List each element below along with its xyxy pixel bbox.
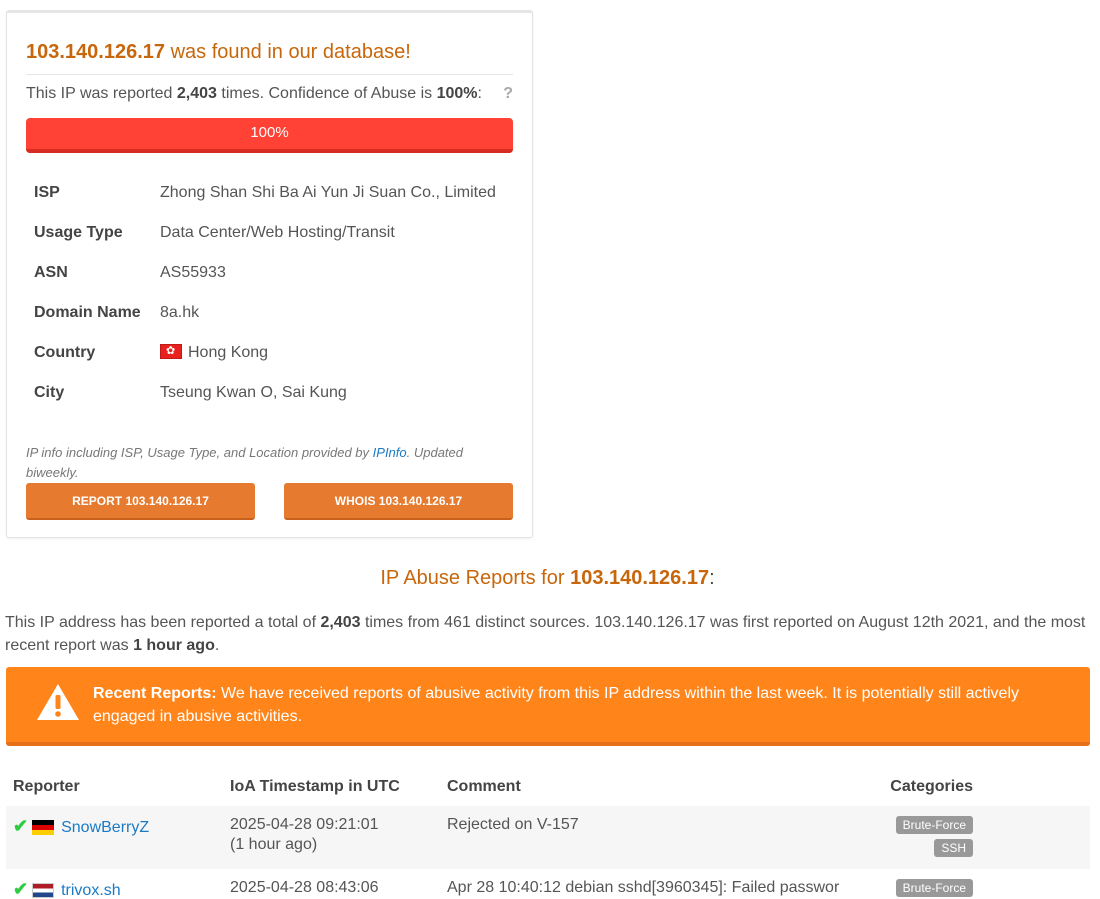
provider-note: IP info including ISP, Usage Type, and L… bbox=[26, 443, 506, 483]
abuse-reports-heading: IP Abuse Reports for 103.140.126.17: bbox=[0, 567, 1095, 590]
ipinfo-link[interactable]: IPInfo bbox=[373, 445, 407, 460]
title-suffix: was found in our database! bbox=[165, 41, 411, 63]
info-row-isp: ISP Zhong Shan Shi Ba Ai Yun Ji Suan Co.,… bbox=[26, 173, 516, 213]
report-summary: This IP address has been reported a tota… bbox=[5, 611, 1095, 657]
reports-table: Reporter IoA Timestamp in UTC Comment Ca… bbox=[6, 768, 1090, 899]
reporter-cell: ✔ trivox.sh bbox=[6, 869, 223, 899]
info-key: ISP bbox=[34, 184, 60, 201]
col-reporter[interactable]: Reporter bbox=[6, 768, 223, 806]
info-row-city: City Tseung Kwan O, Sai Kung bbox=[26, 373, 516, 413]
timestamp-cell: 2025-04-28 08:43:06 bbox=[223, 869, 440, 899]
alert-text: Recent Reports: We have received reports… bbox=[93, 682, 1040, 728]
info-value: Zhong Shan Shi Ba Ai Yun Ji Suan Co., Li… bbox=[160, 184, 496, 201]
col-categories[interactable]: Categories bbox=[860, 768, 1090, 806]
hong-kong-flag-icon bbox=[160, 344, 182, 359]
heading-colon: : bbox=[709, 567, 715, 589]
summary-suffix: . bbox=[214, 637, 220, 654]
summary-count: 2,403 bbox=[320, 614, 361, 631]
divider bbox=[26, 74, 513, 75]
timestamp: 2025-04-28 08:43:06 bbox=[230, 879, 379, 896]
info-key: Country bbox=[34, 344, 96, 361]
heading-prefix: IP Abuse Reports for bbox=[380, 567, 571, 589]
info-row-country: Country Hong Kong bbox=[26, 333, 516, 373]
reporter-cell: ✔ SnowBerryZ bbox=[6, 806, 223, 869]
country-name: Hong Kong bbox=[188, 344, 269, 361]
confidence-value: 100% bbox=[436, 85, 478, 102]
info-key: ASN bbox=[34, 264, 68, 281]
categories-cell: Brute-Force bbox=[860, 869, 1090, 899]
relative-time: (1 hour ago) bbox=[230, 836, 318, 853]
comment-cell: Rejected on V-157 bbox=[440, 806, 860, 869]
info-value: 8a.hk bbox=[160, 304, 200, 321]
provider-note-prefix: IP info including ISP, Usage Type, and L… bbox=[26, 445, 373, 460]
report-suffix: : bbox=[477, 85, 482, 102]
panel-title: 103.140.126.17 was found in our database… bbox=[26, 41, 411, 64]
info-value: Data Center/Web Hosting/Transit bbox=[160, 224, 395, 241]
report-ip-button[interactable]: REPORT 103.140.126.17 bbox=[26, 483, 255, 520]
reports-header-row: Reporter IoA Timestamp in UTC Comment Ca… bbox=[6, 768, 1090, 806]
info-key: Usage Type bbox=[34, 224, 123, 241]
table-row: ✔ SnowBerryZ 2025-04-28 09:21:01 (1 hour a… bbox=[6, 806, 1090, 869]
heading-ip: 103.140.126.17 bbox=[570, 567, 710, 589]
info-row-usage-type: Usage Type Data Center/Web Hosting/Transi… bbox=[26, 213, 516, 253]
info-row-domain: Domain Name 8a.hk bbox=[26, 293, 516, 333]
help-icon[interactable]: ? bbox=[503, 85, 513, 103]
progress-bar-fill: 100% bbox=[26, 118, 513, 153]
category-badge[interactable]: Brute-Force bbox=[895, 879, 973, 897]
reporter-link[interactable]: trivox.sh bbox=[61, 882, 121, 899]
netherlands-flag-icon bbox=[32, 883, 55, 898]
info-value: AS55933 bbox=[160, 264, 226, 281]
col-comment[interactable]: Comment bbox=[440, 768, 860, 806]
ip-info-table: ISP Zhong Shan Shi Ba Ai Yun Ji Suan Co.,… bbox=[26, 173, 516, 413]
info-value: Tseung Kwan O, Sai Kung bbox=[160, 384, 347, 401]
check-icon: ✔ bbox=[13, 816, 29, 836]
warning-icon bbox=[37, 684, 79, 720]
reporter-link[interactable]: SnowBerryZ bbox=[61, 819, 149, 836]
ip-result-panel: 103.140.126.17 was found in our database… bbox=[6, 10, 533, 538]
summary-recent: 1 hour ago bbox=[133, 637, 215, 654]
confidence-progress: 100% bbox=[26, 118, 513, 153]
category-badge[interactable]: Brute-Force bbox=[895, 816, 973, 834]
category-badge[interactable]: SSH bbox=[934, 839, 973, 857]
whois-ip-button[interactable]: WHOIS 103.140.126.17 bbox=[284, 483, 513, 520]
info-value-country: Hong Kong bbox=[152, 333, 516, 373]
summary-prefix: This IP address has been reported a tota… bbox=[5, 614, 321, 631]
check-icon: ✔ bbox=[13, 879, 29, 899]
report-summary-line: This IP was reported 2,403 times. Confid… bbox=[26, 85, 482, 103]
categories-cell: Brute-Force SSH bbox=[860, 806, 1090, 869]
table-row: ✔ trivox.sh 2025-04-28 08:43:06 Apr 28 10… bbox=[6, 869, 1090, 899]
info-row-asn: ASN AS55933 bbox=[26, 253, 516, 293]
timestamp-cell: 2025-04-28 09:21:01 (1 hour ago) bbox=[223, 806, 440, 869]
info-key: City bbox=[34, 384, 65, 401]
comment-cell: Apr 28 10:40:12 debian sshd[3960345]: Fa… bbox=[447, 879, 840, 896]
report-count: 2,403 bbox=[176, 85, 217, 102]
alert-body: We have received reports of abusive acti… bbox=[93, 685, 1019, 725]
report-middle: times. Confidence of Abuse is bbox=[216, 85, 437, 102]
timestamp: 2025-04-28 09:21:01 bbox=[230, 816, 379, 833]
col-timestamp[interactable]: IoA Timestamp in UTC bbox=[223, 768, 440, 806]
info-key: Domain Name bbox=[34, 304, 141, 321]
alert-heading: Recent Reports: bbox=[93, 685, 217, 702]
germany-flag-icon bbox=[32, 820, 55, 835]
report-prefix: This IP was reported bbox=[26, 85, 177, 102]
recent-reports-alert: Recent Reports: We have received reports… bbox=[6, 667, 1090, 746]
ip-address: 103.140.126.17 bbox=[26, 41, 166, 63]
